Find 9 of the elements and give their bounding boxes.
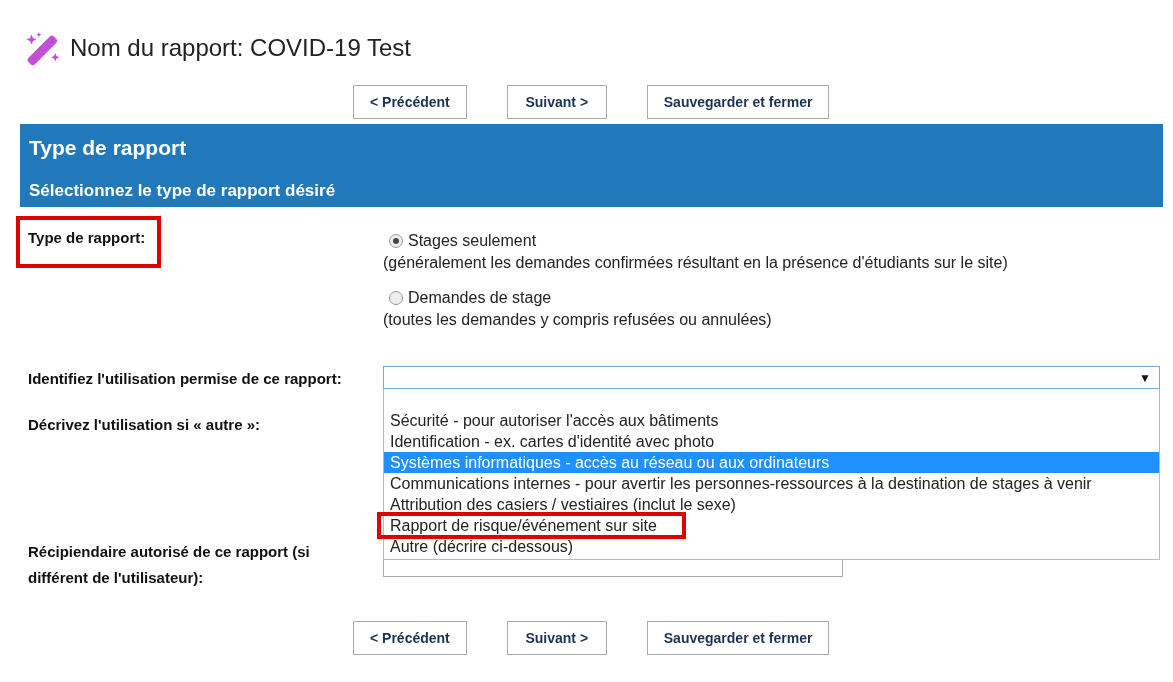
- option-hint: (toutes les demandes y compris refusées ou annulées): [383, 311, 773, 329]
- option-hint: (généralement les demandes confirmées résultant en la présence d'étudiants sur le site): [383, 254, 1009, 272]
- section-subtitle: Sélectionnez le type de rapport désiré: [29, 181, 337, 201]
- field-label: Décrivez l'utilisation si « autre »:: [27, 416, 261, 433]
- dropdown-arrow: ▼: [1139, 370, 1151, 385]
- field-label: Identifiez l'utilisation permise de ce rapport:: [27, 369, 343, 387]
- report-title: Nom du rapport: COVID-19 Test: [70, 33, 412, 62]
- field-label: Récipiendaire autorisé de ce rapport (si différent de l'utilisateur):: [27, 542, 311, 588]
- section-title: Type de rapport: [29, 136, 188, 160]
